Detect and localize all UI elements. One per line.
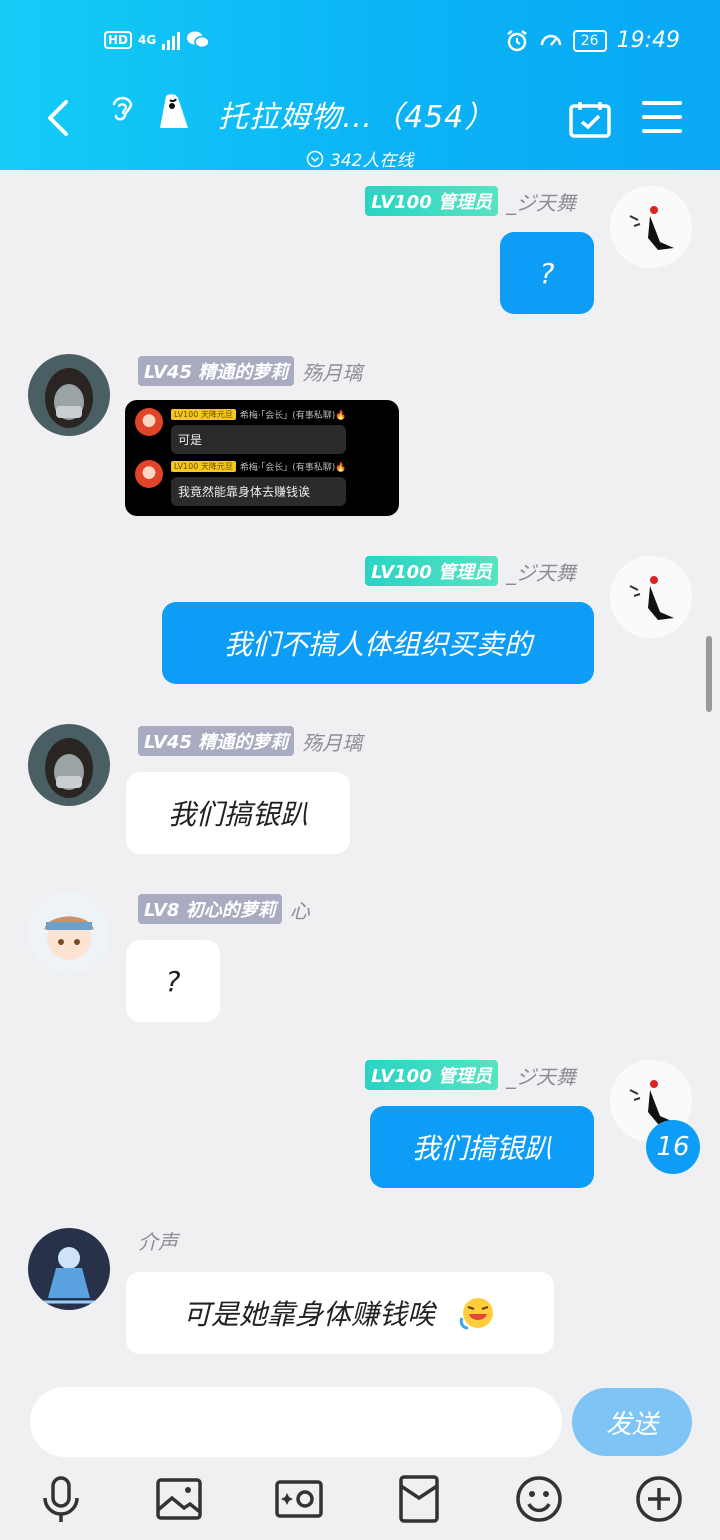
message-bubble[interactable]: ?	[126, 940, 220, 1022]
message-meta: LV100 管理员 _ジ天舞	[365, 186, 576, 216]
sender-name: _ジ天舞	[506, 190, 576, 215]
screenshot-row: LV100 天降元旦 希梅·「会长」(有事私聊)🔥 可是	[135, 408, 389, 454]
sender-name: 殇月璃	[302, 730, 363, 755]
message-meta: LV100 管理员 _ジ天舞	[365, 1060, 576, 1090]
calendar-check-icon[interactable]	[568, 100, 612, 138]
message-input[interactable]	[30, 1387, 562, 1457]
message-bubble[interactable]: 我们搞银趴	[126, 772, 350, 854]
sender-name: 心	[289, 898, 310, 923]
chat-header: HD 4G 26 19:49 托拉姆物…（454） 342人在线	[0, 0, 720, 171]
composer: 发送	[0, 1370, 720, 1540]
red-packet-icon[interactable]	[394, 1474, 444, 1524]
level-badge: LV45 精通的萝莉	[138, 356, 295, 386]
message-bubble: 我竟然能靠身体去赚钱诶	[171, 477, 347, 506]
avatar	[135, 460, 163, 488]
avatar[interactable]	[28, 892, 110, 974]
message-meta: LV100 管理员 _ジ天舞	[365, 556, 576, 586]
emoji-icon[interactable]	[514, 1474, 564, 1524]
level-badge: LV100 管理员	[365, 556, 498, 586]
message-item: LV45 精通的萝莉 殇月璃 我们搞银趴	[0, 710, 720, 870]
level-badge: LV100 管理员	[365, 1060, 498, 1090]
level-badge: LV8 初心的萝莉	[138, 894, 282, 924]
level-badge: LV100 天降元旦	[171, 409, 236, 420]
message-item: LV8 初心的萝莉 心 ?	[0, 878, 720, 1038]
sender-name: _ジ天舞	[506, 560, 576, 585]
send-button[interactable]: 发送	[572, 1388, 692, 1456]
menu-icon[interactable]	[642, 100, 682, 134]
message-text: 可是她靠身体赚钱唉	[182, 1298, 435, 1331]
avatar[interactable]	[610, 556, 692, 638]
laughing-emoji-icon	[459, 1298, 493, 1330]
message-item: 介声 可是她靠身体赚钱唉	[0, 1214, 720, 1370]
group-avatar-icon[interactable]	[156, 92, 192, 132]
ear-icon[interactable]	[108, 94, 136, 124]
wechat-icon	[187, 31, 210, 49]
message-meta: LV45 精通的萝莉 殇月璃	[138, 726, 362, 756]
message-meta: LV8 初心的萝莉 心	[138, 894, 310, 924]
speed-icon	[540, 34, 562, 46]
avatar[interactable]	[28, 354, 110, 436]
message-item: LV100 管理员 _ジ天舞 ?	[0, 170, 720, 330]
sender-name: 希梅·「会长」(有事私聊)🔥	[239, 411, 347, 421]
group-title[interactable]: 托拉姆物…（454）	[218, 92, 495, 136]
chat-list[interactable]: LV100 管理员 _ジ天舞 ? LV45 精通的萝莉 殇月璃 LV100 天降…	[0, 170, 720, 1370]
message-item: LV100 管理员 _ジ天舞 我们不搞人体组织买卖的	[0, 540, 720, 700]
message-meta: 介声	[138, 1226, 178, 1255]
unread-count-badge[interactable]: 16	[646, 1120, 700, 1174]
message-meta: LV45 精通的萝莉 殇月璃	[138, 356, 362, 386]
scrollbar[interactable]	[706, 636, 712, 712]
avatar[interactable]	[28, 724, 110, 806]
hd-badge: HD	[104, 31, 133, 49]
composer-toolbar	[0, 1470, 720, 1530]
message-bubble[interactable]: ?	[500, 232, 594, 314]
level-badge: LV45 精通的萝莉	[138, 726, 295, 756]
chevron-down-icon	[306, 150, 324, 167]
sender-name: 殇月璃	[302, 360, 363, 385]
plus-icon[interactable]	[634, 1474, 684, 1524]
microphone-icon[interactable]	[36, 1474, 86, 1524]
online-count[interactable]: 342人在线	[306, 146, 413, 171]
status-time: 19:49	[616, 28, 680, 53]
message-bubble: 可是	[171, 425, 347, 454]
back-icon[interactable]	[40, 98, 76, 138]
message-bubble[interactable]: 可是她靠身体赚钱唉	[126, 1272, 554, 1354]
sender-name: _ジ天舞	[506, 1064, 576, 1089]
avatar	[135, 408, 163, 436]
network-type: 4G	[138, 33, 157, 47]
online-count-label: 342人在线	[330, 151, 414, 171]
camera-icon[interactable]	[274, 1474, 324, 1524]
message-item: LV100 管理员 _ジ天舞 我们搞银趴	[0, 1044, 720, 1204]
avatar[interactable]	[610, 186, 692, 268]
battery-indicator: 26	[572, 29, 607, 52]
message-bubble[interactable]: 我们搞银趴	[370, 1106, 594, 1188]
status-bar: HD 4G 26 19:49	[0, 26, 720, 56]
level-badge: LV100 天降元旦	[171, 461, 236, 472]
image-message[interactable]: LV100 天降元旦 希梅·「会长」(有事私聊)🔥 可是 LV100 天降元旦 希梅…	[125, 400, 399, 516]
message-bubble[interactable]: 我们不搞人体组织买卖的	[162, 602, 594, 684]
sender-name: 介声	[138, 1230, 178, 1254]
screenshot-row: LV100 天降元旦 希梅·「会长」(有事私聊)🔥 我竟然能靠身体去赚钱诶	[135, 460, 389, 506]
sender-name: 希梅·「会长」(有事私聊)🔥	[239, 463, 347, 473]
alarm-icon	[507, 29, 527, 51]
level-badge: LV100 管理员	[365, 186, 498, 216]
signal-icon	[162, 30, 181, 50]
image-icon[interactable]	[154, 1474, 204, 1524]
avatar[interactable]	[28, 1228, 110, 1310]
